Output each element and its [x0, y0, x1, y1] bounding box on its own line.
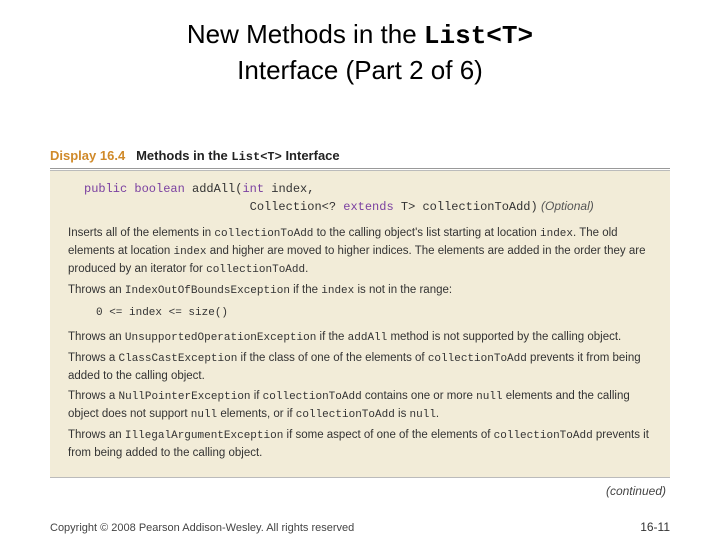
copyright: Copyright © 2008 Pearson Addison-Wesley.… — [50, 522, 354, 534]
para-ioobe: Throws an IndexOutOfBoundsException if t… — [68, 282, 652, 300]
page-number: 16-11 — [640, 520, 670, 534]
para-npe: Throws a NullPointerException if collect… — [68, 388, 652, 424]
para-insert: Inserts all of the elements in collectio… — [68, 225, 652, 279]
display-caption-code: List<T> — [231, 150, 281, 164]
display-caption-before: Methods in the — [136, 148, 231, 163]
display-caption-after: Interface — [282, 148, 340, 163]
range-expression: 0 <= index <= size() — [96, 306, 652, 322]
title-code: List<T> — [424, 21, 533, 51]
method-signature: public boolean addAll(int index, Collect… — [68, 181, 652, 217]
rule-bottom — [50, 477, 670, 478]
display-label: Display — [50, 148, 96, 163]
rule-top-1 — [50, 168, 670, 169]
para-cce: Throws a ClassCastException if the class… — [68, 350, 652, 385]
para-uoe: Throws an UnsupportedOperationException … — [68, 329, 652, 347]
display-header: Display 16.4 Methods in the List<T> Inte… — [50, 148, 670, 168]
title-prefix: New Methods in the — [187, 19, 424, 49]
continued-label: (continued) — [50, 484, 670, 498]
display-number: 16.4 — [100, 148, 125, 163]
display-box: Display 16.4 Methods in the List<T> Inte… — [50, 148, 670, 498]
slide-title: New Methods in the List<T> Interface (Pa… — [0, 18, 720, 88]
para-iae: Throws an IllegalArgumentException if so… — [68, 427, 652, 462]
title-suffix: Interface (Part 2 of 6) — [237, 55, 483, 85]
method-panel: public boolean addAll(int index, Collect… — [50, 171, 670, 477]
